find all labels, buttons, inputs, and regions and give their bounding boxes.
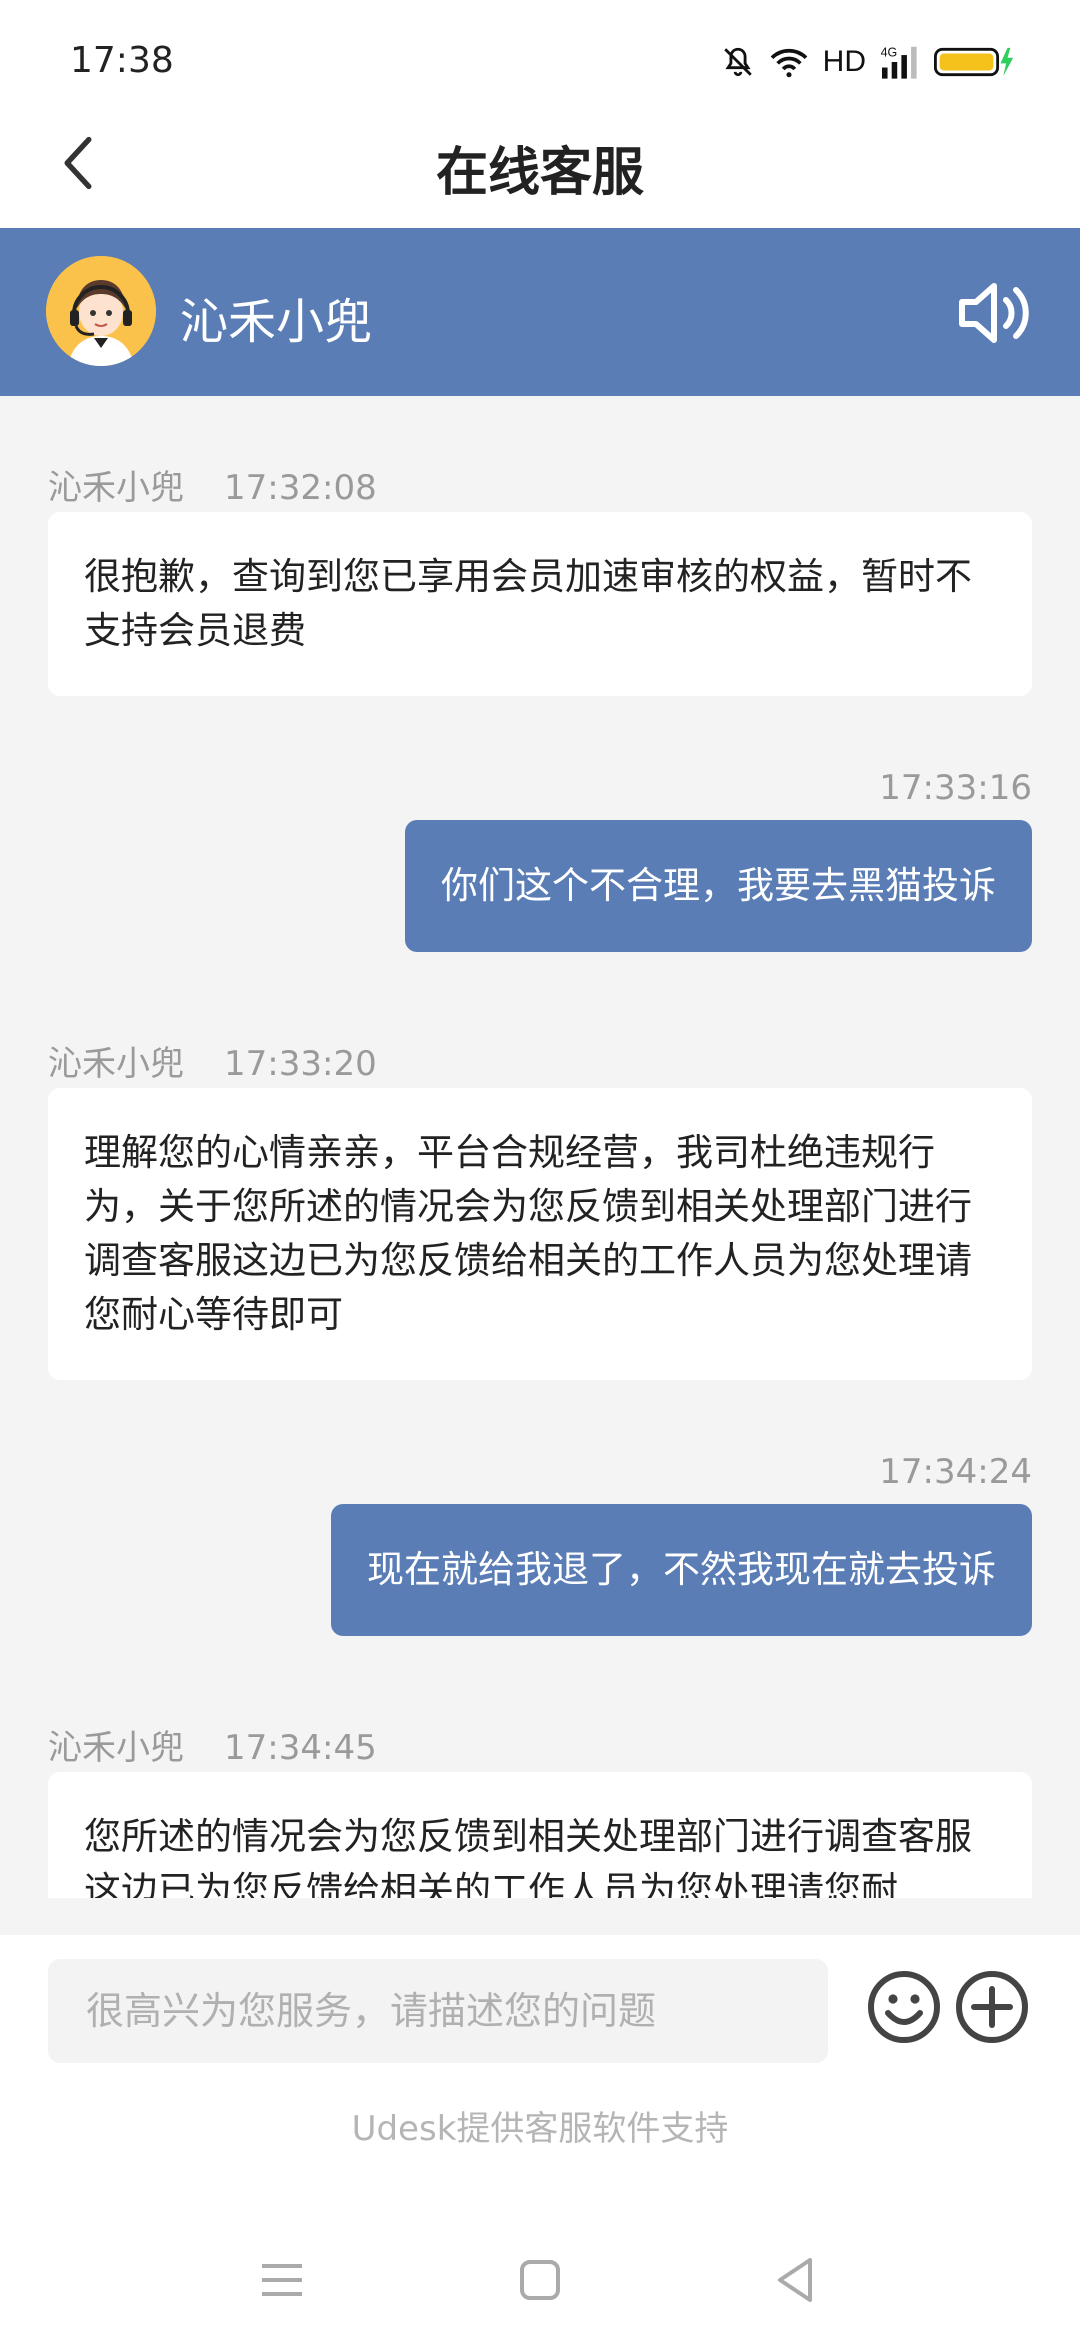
more-button[interactable] — [954, 1969, 1030, 2045]
page-title: 在线客服 — [435, 143, 644, 203]
message-time: 17:32:08 — [224, 468, 377, 508]
home-button[interactable] — [510, 2250, 570, 2310]
plus-circle-icon — [954, 1971, 1030, 2049]
menu-icon — [252, 2264, 312, 2314]
agent-header: 沁禾小兜 — [0, 228, 1080, 396]
user-message-bubble: 你们这个不合理，我要去黑猫投诉 — [405, 820, 1032, 952]
message-sender: 沁禾小兜 — [48, 1044, 184, 1084]
menu-button[interactable] — [252, 2250, 312, 2310]
message-time: 17:33:20 — [224, 1044, 377, 1084]
message-time: 17:33:16 — [879, 768, 1032, 808]
status-icons: HD 4G — [721, 42, 1016, 82]
triangle-back-icon — [766, 2258, 826, 2314]
agent-name: 沁禾小兜 — [180, 294, 373, 350]
user-message-bubble: 现在就给我退了，不然我现在就去投诉 — [331, 1504, 1032, 1636]
nav-bar: 在线客服 — [0, 100, 1080, 228]
status-time: 17:38 — [70, 40, 174, 81]
message-sender: 沁禾小兜 — [48, 468, 184, 508]
speaker-button[interactable] — [956, 278, 1032, 348]
hd-indicator: HD — [822, 45, 866, 78]
chat-message-list[interactable]: 沁禾小兜 17:32:08 很抱歉，查询到您已享用会员加速审核的权益，暂时不支持会… — [0, 396, 1080, 1898]
back-nav-button[interactable] — [766, 2250, 826, 2310]
emoji-button[interactable] — [866, 1969, 942, 2045]
mute-bell-icon — [721, 45, 755, 79]
message-sender: 沁禾小兜 — [48, 1728, 184, 1768]
agent-avatar — [46, 256, 156, 366]
network-type-label: 4G — [881, 45, 898, 59]
smiley-icon — [866, 1971, 942, 2049]
agent-message-bubble: 理解您的心情亲亲，平台合规经营，我司杜绝违规行为，关于您所述的情况会为您反馈到相… — [48, 1088, 1032, 1380]
wifi-icon — [769, 45, 809, 79]
message-time: 17:34:24 — [879, 1452, 1032, 1492]
message-meta: 沁禾小兜 17:32:08 — [48, 460, 377, 509]
message-meta: 沁禾小兜 17:33:20 — [48, 1036, 377, 1085]
message-input-box — [48, 1959, 828, 2063]
speaker-icon — [956, 283, 1032, 352]
message-time: 17:34:45 — [224, 1728, 377, 1768]
agent-message-bubble: 很抱歉，查询到您已享用会员加速审核的权益，暂时不支持会员退费 — [48, 512, 1032, 696]
battery-charging-icon — [934, 45, 1016, 79]
signal-icon: 4G — [880, 44, 920, 80]
home-square-icon — [510, 2260, 570, 2314]
agent-message-bubble: 您所述的情况会为您反馈到相关处理部门进行调查客服这边已为您反馈给相关的工作人员为… — [48, 1772, 1032, 1898]
message-input[interactable] — [48, 1959, 828, 2063]
system-nav-bar — [0, 2220, 1080, 2320]
powered-by-text: Udesk提供客服软件支持 — [351, 2109, 729, 2149]
message-meta: 沁禾小兜 17:34:45 — [48, 1720, 377, 1769]
